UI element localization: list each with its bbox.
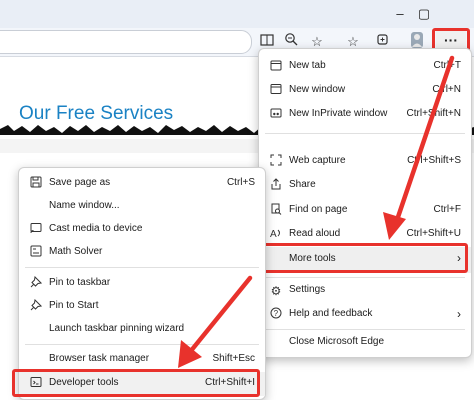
menu-item-web-capture[interactable]: Web capture Ctrl+Shift+S: [259, 150, 471, 174]
chevron-right-icon: ›: [457, 307, 461, 321]
menu-item-label: New tab: [289, 60, 326, 71]
menu-item-new-tab[interactable]: New tab Ctrl+T: [259, 55, 471, 79]
menu-item-shortcut: Ctrl+Shift+U: [406, 228, 461, 239]
submenu-item-launch-taskbar-pinning-wizard[interactable]: Launch taskbar pinning wizard: [19, 318, 265, 342]
maximize-button[interactable]: ▢: [410, 4, 438, 24]
menu-item-new-window[interactable]: New window Ctrl+N: [259, 79, 471, 103]
menu-item-shortcut: Ctrl+F: [433, 204, 462, 215]
menu-item-close-microsoft-edge[interactable]: Close Microsoft Edge: [259, 331, 471, 355]
menu-separator: [25, 267, 259, 268]
more-tools-submenu: Save page as Ctrl+S Name window... Cast …: [18, 167, 266, 400]
menu-item-label: Help and feedback: [289, 308, 373, 319]
svg-text:A: A: [270, 229, 277, 239]
highlight-more-tools: [256, 243, 468, 273]
browser-window: – ▢ ☆ ☆ ··· Our Free Services New tab Ct…: [0, 0, 474, 400]
submenu-item-pin-to-start[interactable]: Pin to Start: [19, 295, 265, 319]
submenu-item-cast-media[interactable]: Cast media to device: [19, 218, 265, 242]
menu-item-label: New window: [289, 84, 346, 95]
read-aloud-icon: A: [268, 227, 284, 243]
find-icon: [268, 203, 284, 219]
submenu-item-label: Pin to taskbar: [49, 277, 111, 288]
menu-item-label: Share: [289, 179, 316, 190]
edge-main-menu: New tab Ctrl+T New window Ctrl+N New InP…: [258, 48, 472, 358]
menu-item-help-and-feedback[interactable]: ? Help and feedback ›: [259, 303, 471, 327]
menu-item-settings[interactable]: ⚙ Settings: [259, 279, 471, 303]
new-window-icon: [268, 83, 284, 99]
menu-item-label: Settings: [289, 284, 326, 295]
menu-item-label: Find on page: [289, 204, 348, 215]
submenu-item-shortcut: Ctrl+S: [226, 177, 255, 188]
menu-separator: [25, 344, 259, 345]
menu-separator: [265, 133, 465, 134]
submenu-item-label: Cast media to device: [49, 223, 143, 234]
submenu-item-label: Browser task manager: [49, 353, 150, 364]
svg-text:?: ?: [274, 309, 279, 318]
inprivate-icon: [268, 107, 284, 123]
submenu-item-label: Pin to Start: [49, 300, 99, 311]
submenu-item-label: Save page as: [49, 177, 111, 188]
web-capture-icon: [268, 154, 284, 170]
menu-item-share[interactable]: Share: [259, 174, 471, 198]
submenu-item-label: Name window...: [49, 200, 120, 211]
title-bar: – ▢: [0, 0, 474, 28]
menu-item-label: Close Microsoft Edge: [289, 336, 385, 347]
help-icon: ?: [268, 307, 284, 323]
pin-icon: [28, 275, 44, 292]
new-tab-icon: [268, 59, 284, 75]
math-solver-icon: [28, 245, 44, 261]
menu-separator: [265, 329, 465, 330]
address-bar[interactable]: [0, 30, 252, 54]
menu-item-find-on-page[interactable]: Find on page Ctrl+F: [259, 199, 471, 223]
cast-icon: [28, 222, 44, 238]
menu-separator: [265, 277, 465, 278]
submenu-item-name-window[interactable]: Name window...: [19, 195, 265, 219]
menu-item-shortcut: Ctrl+N: [432, 84, 461, 95]
pin-icon: [28, 298, 44, 315]
submenu-item-pin-to-taskbar[interactable]: Pin to taskbar: [19, 272, 265, 296]
submenu-item-label: Launch taskbar pinning wizard: [49, 323, 185, 334]
submenu-item-shortcut: Shift+Esc: [212, 353, 255, 364]
submenu-item-save-page-as[interactable]: Save page as Ctrl+S: [19, 172, 265, 196]
menu-item-label: Web capture: [289, 155, 346, 166]
menu-item-label: Read aloud: [289, 228, 341, 239]
menu-item-new-inprivate-window[interactable]: New InPrivate window Ctrl+Shift+N: [259, 103, 471, 127]
share-icon: [268, 178, 284, 194]
menu-item-shortcut: Ctrl+Shift+N: [406, 108, 461, 119]
menu-item-label: New InPrivate window: [289, 108, 388, 119]
gear-icon: ⚙: [270, 284, 282, 298]
save-icon: [28, 176, 44, 192]
menu-item-shortcut: Ctrl+T: [433, 60, 462, 71]
menu-item-shortcut: Ctrl+Shift+S: [407, 155, 461, 166]
submenu-item-label: Math Solver: [49, 246, 103, 257]
highlight-developer-tools: [12, 369, 260, 397]
submenu-item-math-solver[interactable]: Math Solver: [19, 241, 265, 265]
